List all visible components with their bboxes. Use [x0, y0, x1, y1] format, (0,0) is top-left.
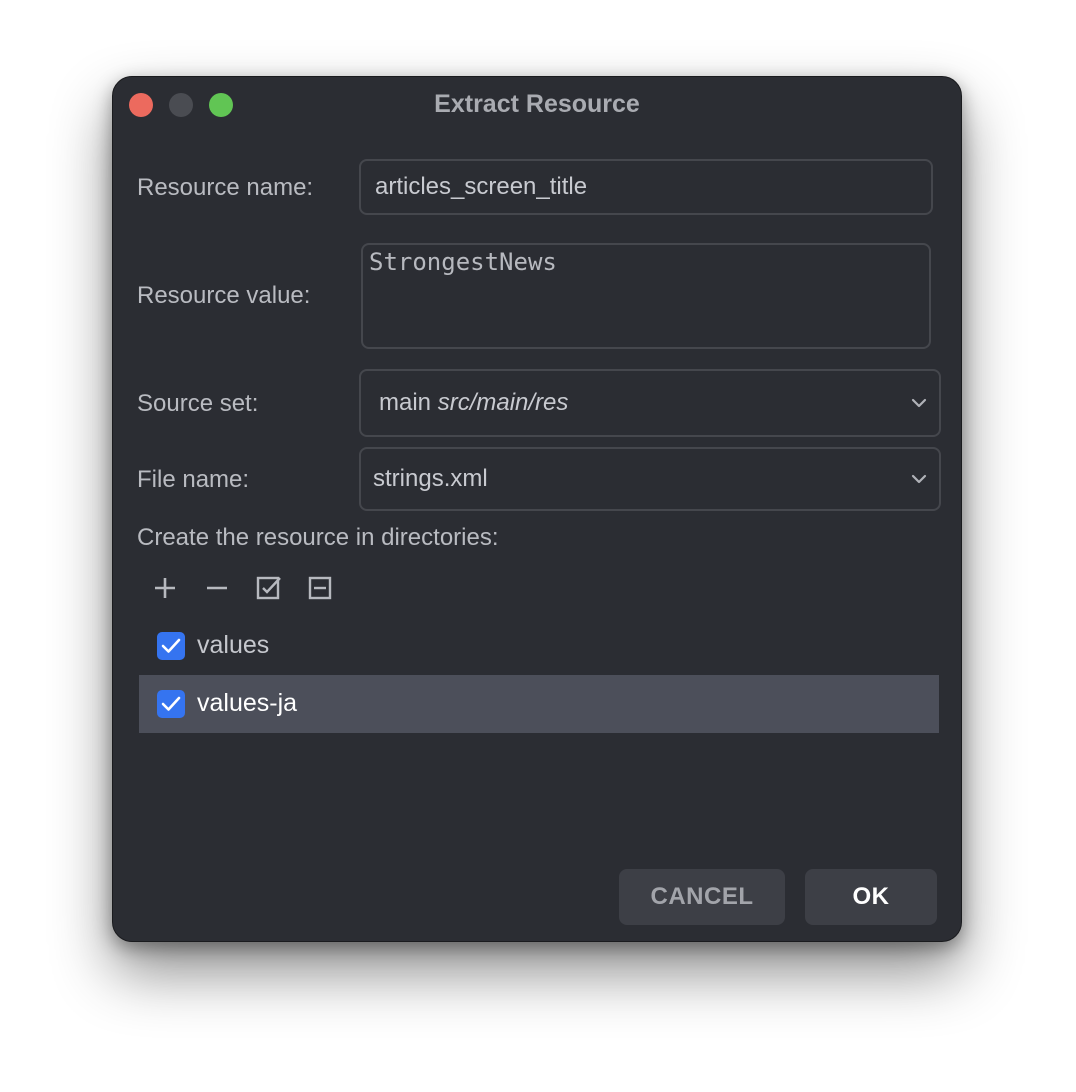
checkmark-icon — [161, 696, 181, 711]
directories-label: Create the resource in directories: — [137, 524, 499, 551]
directory-label: values — [197, 631, 270, 659]
checkbox-checked[interactable] — [157, 632, 185, 660]
directory-row-values[interactable]: values — [139, 617, 939, 675]
source-set-name: main — [379, 389, 432, 416]
resource-name-value: articles_screen_title — [375, 173, 588, 200]
file-name-label: File name: — [137, 466, 250, 493]
select-all-icon[interactable] — [254, 573, 284, 603]
file-name-value: strings.xml — [373, 465, 488, 492]
resource-name-input[interactable]: articles_screen_title — [359, 159, 933, 215]
checkmark-icon — [161, 638, 181, 653]
file-name-dropdown[interactable]: strings.xml — [359, 447, 941, 511]
chevron-down-icon — [911, 474, 927, 484]
directory-label: values-ja — [197, 689, 298, 717]
resource-value-text: StrongestNews — [369, 248, 557, 276]
checkbox-checked[interactable] — [157, 690, 185, 718]
ok-button[interactable]: OK — [805, 869, 937, 925]
chevron-down-icon — [911, 398, 927, 408]
resource-name-label: Resource name: — [137, 174, 314, 201]
source-set-label: Source set: — [137, 390, 259, 417]
cancel-button[interactable]: CANCEL — [619, 869, 785, 925]
remove-icon[interactable] — [202, 573, 232, 603]
dialog-title: Extract Resource — [434, 90, 640, 118]
add-icon[interactable] — [150, 573, 180, 603]
extract-resource-dialog: Extract Resource Resource name: articles… — [112, 76, 962, 942]
source-set-dropdown[interactable]: main src/main/res — [359, 369, 941, 437]
source-set-path: src/main/res — [437, 389, 569, 416]
resource-value-label: Resource value: — [137, 282, 311, 309]
directory-row-values-ja[interactable]: values-ja — [139, 675, 939, 733]
resource-value-textarea[interactable]: StrongestNews — [361, 243, 931, 349]
unselect-all-icon[interactable] — [305, 573, 335, 603]
